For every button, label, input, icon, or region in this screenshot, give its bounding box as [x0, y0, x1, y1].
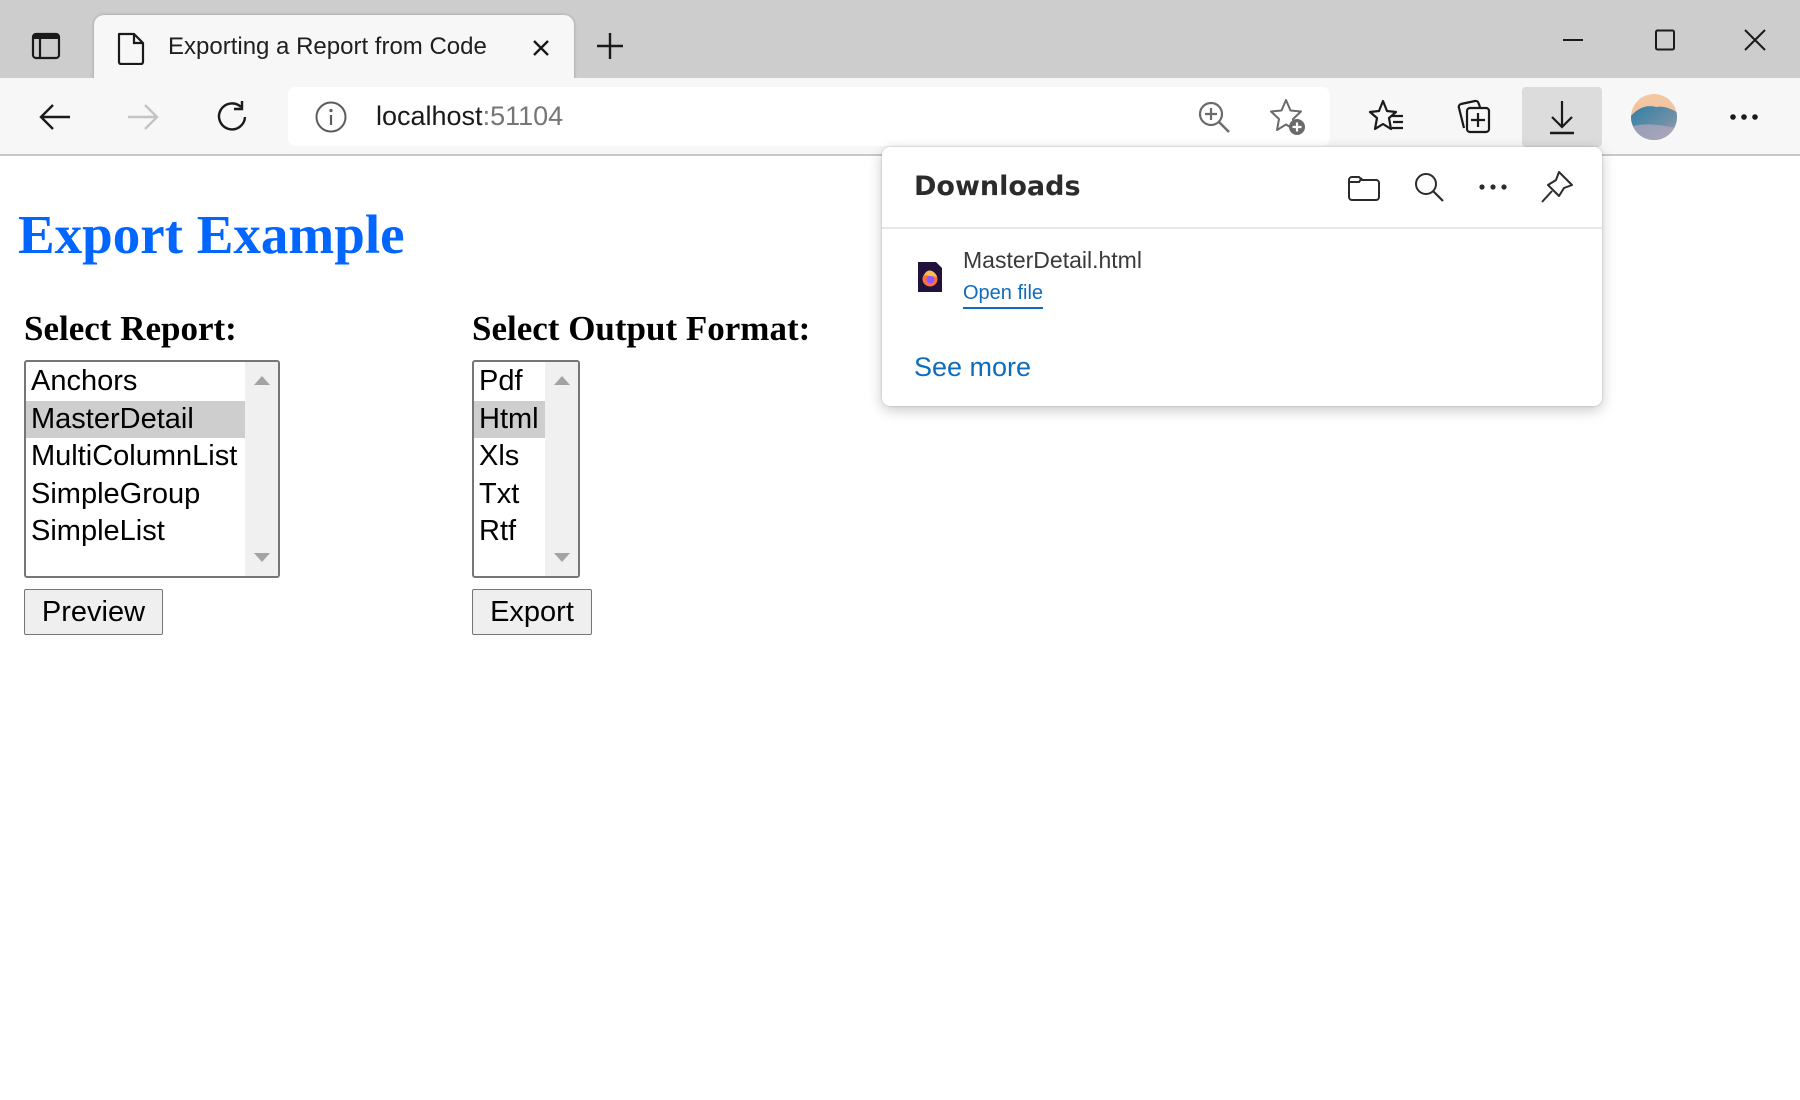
report-option[interactable]: SimpleGroup [26, 476, 245, 514]
downloads-panel: Downloads MasterDetail.html Open file Se… [882, 147, 1602, 406]
tab-close-button[interactable] [526, 33, 556, 63]
preview-button[interactable]: Preview [24, 589, 163, 635]
download-filename[interactable]: MasterDetail.html [963, 247, 1142, 274]
folder-icon [1348, 176, 1380, 201]
format-label: Select Output Format: [472, 309, 811, 348]
report-option[interactable]: SimpleList [26, 513, 245, 551]
close-window-button[interactable] [1735, 20, 1775, 60]
tab-actions-button[interactable] [28, 28, 64, 64]
favorites-icon [1368, 99, 1403, 131]
export-button[interactable]: Export [472, 589, 592, 635]
pin-button[interactable] [1537, 167, 1577, 207]
report-options: Anchors MasterDetail MultiColumnList Simple… [26, 363, 245, 551]
report-option[interactable]: MasterDetail [26, 400, 245, 438]
scroll-down-arrow-icon[interactable] [254, 553, 270, 562]
minimize-icon [1563, 39, 1583, 41]
report-label: Select Report: [24, 309, 237, 348]
format-option[interactable]: Html [474, 400, 545, 438]
scroll-up-arrow-icon[interactable] [554, 376, 570, 385]
format-option[interactable]: Rtf [474, 513, 545, 551]
format-option[interactable]: Txt [474, 476, 545, 514]
tab-strip: Exporting a Report from Code [0, 0, 1800, 81]
report-scrollbar[interactable] [245, 362, 278, 576]
tab-title: Exporting a Report from Code [168, 33, 487, 60]
format-options: Pdf Html Xls Txt Rtf [474, 363, 545, 551]
format-listbox[interactable]: Pdf Html Xls Txt Rtf [472, 360, 580, 578]
close-icon [1744, 29, 1766, 51]
scroll-up-arrow-icon[interactable] [254, 376, 270, 385]
browser-toolbar: localhost:51104 [0, 78, 1800, 156]
firefox-file-icon [918, 262, 942, 292]
downloads-title: Downloads [914, 171, 1081, 202]
downloads-button[interactable] [1522, 87, 1602, 147]
new-tab-button[interactable] [592, 28, 628, 64]
format-option[interactable]: Xls [474, 438, 545, 476]
report-option[interactable]: MultiColumnList [26, 438, 245, 476]
see-more-link[interactable]: See more [914, 352, 1031, 383]
tab-active[interactable]: Exporting a Report from Code [94, 15, 574, 81]
report-listbox[interactable]: Anchors MasterDetail MultiColumnList Simple… [24, 360, 280, 578]
open-file-link[interactable]: Open file [963, 282, 1044, 309]
back-icon [39, 104, 70, 130]
maximize-button[interactable] [1645, 20, 1685, 60]
add-favorite-icon[interactable] [1268, 97, 1308, 137]
forward-button[interactable] [113, 87, 173, 147]
url-text[interactable]: localhost:51104 [376, 101, 563, 132]
zoom-icon[interactable] [1196, 99, 1232, 135]
close-icon [533, 40, 549, 56]
format-scrollbar[interactable] [545, 362, 578, 576]
document-icon [117, 32, 145, 65]
page-title: Export Example [18, 204, 405, 265]
minimize-button[interactable] [1553, 20, 1593, 60]
downloads-more-button[interactable] [1473, 167, 1513, 207]
profile-avatar [1631, 94, 1677, 140]
maximize-icon [1655, 29, 1675, 51]
address-bar[interactable]: localhost:51104 [288, 87, 1330, 146]
url-host: localhost [376, 101, 483, 131]
refresh-button[interactable] [202, 87, 262, 147]
scroll-down-arrow-icon[interactable] [554, 553, 570, 562]
search-downloads-button[interactable] [1409, 167, 1449, 207]
tab-actions-icon [31, 32, 61, 60]
forward-icon [128, 104, 159, 130]
collections-icon [1457, 99, 1491, 134]
more-button[interactable] [1714, 87, 1774, 147]
plus-icon [597, 33, 623, 59]
downloads-divider [882, 227, 1602, 229]
pin-icon [1541, 171, 1573, 203]
more-icon [1479, 184, 1507, 190]
info-icon[interactable] [314, 100, 348, 134]
collections-button[interactable] [1444, 87, 1504, 147]
report-option[interactable]: Anchors [26, 363, 245, 401]
refresh-icon [217, 101, 247, 131]
search-icon [1415, 173, 1444, 202]
back-button[interactable] [25, 87, 85, 147]
format-option[interactable]: Pdf [474, 363, 545, 401]
downloads-icon [1550, 101, 1574, 135]
more-icon [1730, 114, 1758, 120]
favorites-button[interactable] [1357, 87, 1417, 147]
open-folder-button[interactable] [1344, 167, 1384, 207]
profile-button[interactable] [1624, 87, 1684, 147]
url-port: :51104 [482, 101, 564, 131]
